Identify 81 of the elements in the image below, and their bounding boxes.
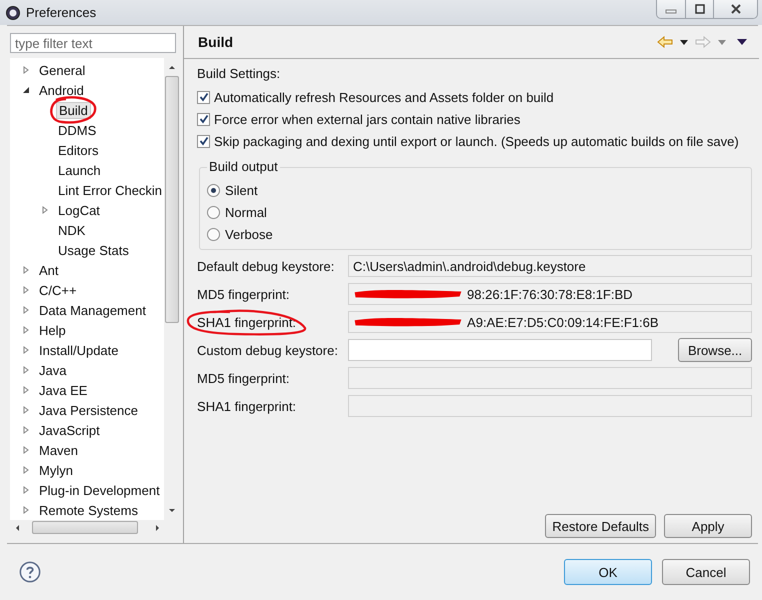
field-label: MD5 fingerprint: [197, 370, 290, 386]
scroll-right-icon[interactable] [155, 524, 162, 532]
tree-item[interactable]: LogCat [56, 202, 102, 219]
close-button[interactable] [713, 0, 757, 18]
scroll-down-icon[interactable] [168, 508, 176, 514]
tree-item[interactable]: JavaScript [37, 422, 102, 439]
expand-icon[interactable] [22, 426, 30, 434]
restore-defaults-button[interactable]: Restore Defaults [545, 514, 656, 538]
close-icon [728, 4, 742, 14]
tree-item[interactable]: NDK [56, 222, 88, 239]
scroll-up-icon[interactable] [168, 64, 176, 70]
help-icon[interactable] [19, 561, 41, 584]
radio-label: Silent [225, 182, 258, 198]
tree-item[interactable]: C/C++ [37, 282, 79, 299]
expand-icon[interactable] [22, 266, 30, 274]
tree-item[interactable]: General [37, 62, 88, 79]
maximize-icon [692, 4, 706, 14]
tree-item[interactable]: Lint Error Checkin [56, 182, 164, 199]
back-arrow-icon[interactable] [657, 36, 674, 48]
group-title: Build output [207, 159, 280, 174]
radio-button[interactable] [207, 184, 220, 197]
tree-item[interactable]: Remote Systems [37, 502, 140, 519]
scroll-left-icon[interactable] [14, 524, 20, 532]
expand-icon[interactable] [22, 286, 30, 294]
section-label: Build Settings: [197, 66, 282, 82]
tree-item[interactable]: Build [56, 102, 91, 119]
expand-icon[interactable] [22, 486, 30, 494]
collapse-icon[interactable] [22, 86, 30, 94]
checkbox[interactable] [197, 134, 210, 148]
radio-label: Normal [225, 204, 267, 220]
tree-item[interactable]: Mylyn [37, 462, 75, 479]
cancel-button[interactable]: Cancel [662, 559, 750, 586]
checkbox[interactable] [197, 112, 210, 126]
browse-button[interactable]: Browse... [678, 338, 752, 362]
expand-icon[interactable] [41, 206, 49, 214]
radio-label: Verbose [225, 226, 273, 242]
tree-item[interactable]: DDMS [56, 122, 98, 139]
gear-icon [5, 4, 21, 21]
expand-icon[interactable] [22, 446, 30, 454]
tree-item[interactable]: Help [37, 322, 68, 339]
expand-icon[interactable] [22, 366, 30, 374]
tree-item[interactable]: Plug-in Development [37, 482, 162, 499]
expand-icon[interactable] [22, 66, 30, 74]
expand-icon[interactable] [22, 326, 30, 334]
filter-field[interactable]: type filter text [10, 33, 176, 54]
expand-icon[interactable] [22, 406, 30, 414]
radio-button[interactable] [207, 206, 220, 219]
dropdown-icon[interactable] [680, 40, 688, 45]
maximize-button[interactable] [685, 0, 713, 18]
expand-icon[interactable] [22, 506, 30, 514]
expand-icon[interactable] [22, 466, 30, 474]
ok-button[interactable]: OK [564, 559, 652, 586]
apply-button[interactable]: Apply [664, 514, 752, 538]
tree-item[interactable]: Java Persistence [37, 402, 140, 419]
expand-icon[interactable] [22, 306, 30, 314]
text-field[interactable] [348, 339, 652, 362]
checkbox[interactable] [197, 90, 210, 104]
field-label: MD5 fingerprint: [197, 286, 290, 302]
field-label: SHA1 fingerprint: [197, 314, 296, 330]
tree-item[interactable]: Editors [56, 142, 100, 159]
expand-icon[interactable] [22, 386, 30, 394]
field-label: Custom debug keystore: [197, 342, 338, 358]
expand-icon[interactable] [22, 346, 30, 354]
field-label: SHA1 fingerprint: [197, 398, 296, 414]
page-title: Build [198, 34, 234, 50]
tree-item[interactable]: Launch [56, 162, 103, 179]
tree-item[interactable]: Data Management [37, 302, 148, 319]
window-title: Preferences [26, 5, 96, 20]
radio-button[interactable] [207, 228, 220, 241]
checkbox-label: Skip packaging and dexing until export or launch. (Speeds up automatic builds on file save) [214, 134, 739, 149]
tree-item[interactable]: Java [37, 362, 68, 379]
tree-item[interactable]: Android [37, 82, 86, 99]
tree-item[interactable]: Ant [37, 262, 61, 279]
checkbox-label: Automatically refresh Resources and Assets folder on build [214, 90, 554, 105]
tree-item[interactable]: Install/Update [37, 342, 120, 359]
menu-icon[interactable] [737, 39, 748, 46]
tree-item[interactable]: Usage Stats [56, 242, 131, 259]
tree-item[interactable]: Java EE [37, 382, 90, 399]
tree-item[interactable]: Maven [37, 442, 80, 459]
field-label: Default debug keystore: [197, 258, 334, 274]
checkbox-label: Force error when external jars contain native libraries [214, 112, 520, 127]
